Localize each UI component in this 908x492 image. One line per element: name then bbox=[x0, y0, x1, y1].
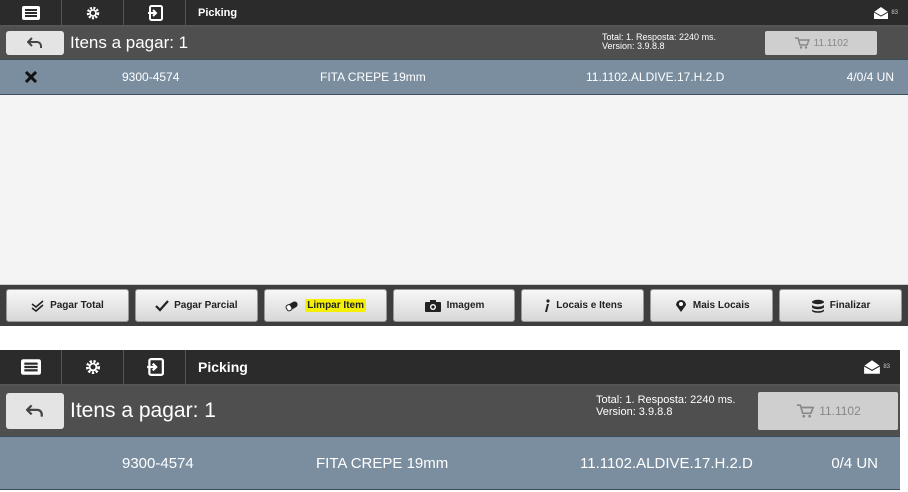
remove-item-button[interactable] bbox=[24, 71, 38, 83]
sign-in-icon bbox=[146, 358, 164, 376]
items-count: Itens a pagar: 1 bbox=[70, 399, 216, 422]
item-quantity: 0/4 UN bbox=[831, 454, 878, 472]
app-title: Picking bbox=[198, 6, 238, 19]
places-items-button[interactable]: Locais e Itens bbox=[521, 289, 645, 322]
map-marker-icon bbox=[675, 299, 686, 312]
database-icon bbox=[811, 299, 824, 313]
check-icon bbox=[155, 299, 169, 312]
eraser-icon bbox=[285, 301, 298, 311]
menu-button[interactable] bbox=[0, 350, 62, 384]
status-info: Total: 1. Resposta: 2240 ms. Version: 3.… bbox=[602, 32, 716, 52]
menu-icon bbox=[20, 359, 41, 375]
undo-icon bbox=[27, 37, 42, 48]
info-line2: Version: 3.9.8.8 bbox=[602, 41, 665, 52]
clear-item-label: Limpar Item bbox=[305, 299, 366, 312]
cart-icon bbox=[794, 37, 810, 49]
pay-total-button[interactable]: Pagar Total bbox=[6, 289, 129, 322]
cart-button[interactable]: 11.1102 bbox=[758, 392, 898, 430]
pay-partial-label: Pagar Parcial bbox=[174, 300, 238, 311]
cart-label: 11.1102 bbox=[819, 404, 861, 418]
camera-icon bbox=[424, 299, 441, 312]
status-info: Total: 1. Resposta: 2240 ms. Version: 3.… bbox=[596, 394, 736, 418]
settings-button[interactable] bbox=[62, 350, 124, 384]
login-button[interactable] bbox=[124, 0, 186, 25]
messages-button[interactable]: 83 bbox=[873, 6, 908, 20]
gear-icon bbox=[85, 359, 100, 375]
more-places-label: Mais Locais bbox=[692, 300, 750, 311]
item-description: FITA CREPE 19mm bbox=[320, 70, 426, 84]
clear-item-button[interactable]: Limpar Item bbox=[263, 289, 387, 322]
top-toolbar: Picking 83 bbox=[0, 350, 900, 386]
mail-badge: 83 bbox=[883, 364, 890, 370]
items-count: Itens a pagar: 1 bbox=[70, 33, 189, 52]
info-line2: Version: 3.9.8.8 bbox=[596, 405, 673, 418]
mail-badge: 83 bbox=[891, 9, 898, 16]
image-label: Imagem bbox=[446, 300, 485, 311]
mail-icon bbox=[864, 360, 881, 374]
finish-button[interactable]: Finalizar bbox=[779, 289, 903, 322]
item-code: 9300-4574 bbox=[122, 70, 180, 84]
item-row[interactable]: 9300-4574 FITA CREPE 19mm 11.1102.ALDIVE… bbox=[0, 59, 908, 95]
menu-icon bbox=[21, 5, 40, 20]
sign-in-icon bbox=[147, 4, 163, 21]
undo-icon bbox=[26, 404, 43, 417]
pay-total-label: Pagar Total bbox=[50, 300, 104, 311]
finish-label: Finalizar bbox=[829, 300, 871, 311]
item-code: 9300-4574 bbox=[122, 454, 194, 472]
settings-button[interactable] bbox=[62, 0, 124, 25]
more-places-button[interactable]: Mais Locais bbox=[650, 289, 774, 322]
picking-screen-top: Picking 83 Itens a pagar: 1 Total: 1. Re… bbox=[0, 0, 908, 330]
places-items-label: Locais e Itens bbox=[556, 300, 623, 311]
info-icon bbox=[545, 298, 550, 312]
app-title: Picking bbox=[198, 359, 248, 375]
back-button[interactable] bbox=[6, 393, 64, 429]
menu-button[interactable] bbox=[0, 0, 62, 25]
cart-label: 11.1102 bbox=[813, 37, 849, 49]
top-toolbar: Picking 83 bbox=[0, 0, 908, 27]
item-quantity: 4/0/4 UN bbox=[846, 70, 894, 84]
item-description: FITA CREPE 19mm bbox=[316, 454, 449, 472]
gear-icon bbox=[86, 6, 99, 19]
mail-icon bbox=[874, 6, 889, 19]
picking-screen-bottom: Picking 83 Itens a pagar: 1 Total: 1. Re… bbox=[0, 350, 900, 492]
item-location: 11.1102.ALDIVE.17.H.2.D bbox=[586, 70, 725, 84]
login-button[interactable] bbox=[124, 350, 186, 384]
item-row[interactable]: 9300-4574 FITA CREPE 19mm 11.1102.ALDIVE… bbox=[0, 436, 900, 490]
close-icon bbox=[24, 71, 38, 83]
cart-icon bbox=[797, 404, 815, 418]
items-list-area bbox=[0, 95, 908, 285]
image-button[interactable]: Imagem bbox=[392, 289, 516, 322]
pay-partial-button[interactable]: Pagar Parcial bbox=[134, 289, 258, 322]
header-bar: Itens a pagar: 1 Total: 1. Resposta: 224… bbox=[0, 27, 908, 59]
item-location: 11.1102.ALDIVE.17.H.2.D bbox=[580, 454, 753, 472]
header-bar: Itens a pagar: 1 Total: 1. Resposta: 224… bbox=[0, 386, 900, 436]
messages-button[interactable]: 83 bbox=[863, 359, 900, 375]
back-button[interactable] bbox=[6, 31, 64, 55]
double-check-icon bbox=[31, 299, 44, 312]
info-line1: Total: 1. Resposta: 2240 ms. bbox=[596, 394, 736, 406]
cart-button[interactable]: 11.1102 bbox=[765, 31, 877, 55]
action-bar: Pagar Total Pagar Parcial Limpar Item Im… bbox=[0, 285, 908, 326]
